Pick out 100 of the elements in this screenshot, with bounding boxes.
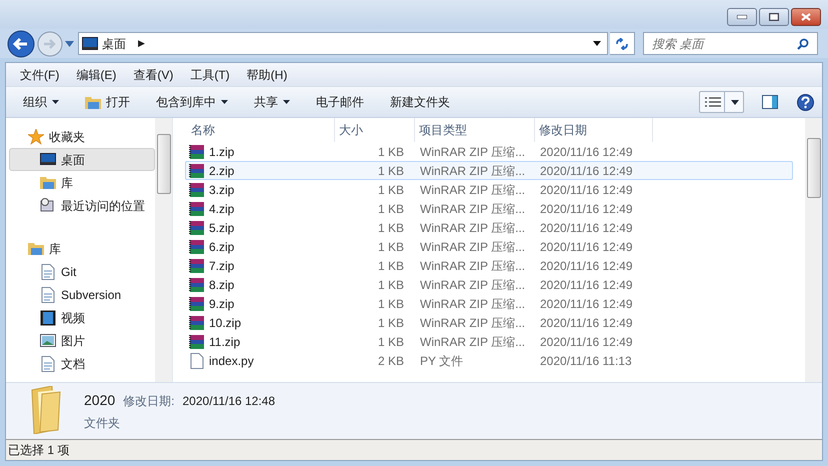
- star-icon: [28, 128, 44, 145]
- scrollbar[interactable]: [155, 118, 172, 382]
- file-row[interactable]: 4.zip 1 KB WinRAR ZIP 压缩... 2020/11/16 12:49: [185, 199, 793, 218]
- file-name: index.py: [209, 352, 254, 370]
- sidebar-group[interactable]: 收藏夹: [9, 125, 155, 148]
- help-button[interactable]: [794, 91, 816, 114]
- archive-icon: [189, 334, 205, 350]
- file-type: WinRAR ZIP 压缩...: [419, 296, 526, 313]
- file-type: WinRAR ZIP 压缩...: [419, 200, 526, 218]
- file-type: WinRAR ZIP 压缩...: [419, 182, 526, 199]
- file-row[interactable]: 9.zip 1 KB WinRAR ZIP 压缩... 2020/11/16 12:49: [185, 294, 793, 314]
- archive-icon: [189, 238, 205, 255]
- file-size: 1 KB: [376, 296, 405, 313]
- sidebar-item[interactable]: Subversion: [9, 283, 155, 306]
- menu-item[interactable]: 工具(T): [182, 66, 238, 84]
- sidebar-item[interactable]: 图片: [9, 329, 155, 352]
- search-input[interactable]: 搜索 桌面: [652, 34, 797, 53]
- file-date: 2020/11/16 12:49: [539, 182, 634, 199]
- toolbar-button[interactable]: 打开: [74, 90, 141, 114]
- column-header[interactable]: 名称: [187, 118, 335, 142]
- archive-icon: [189, 162, 205, 179]
- file-date: 2020/11/16 12:49: [539, 276, 634, 294]
- sidebar-item[interactable]: 库: [9, 171, 155, 194]
- file-size: 1 KB: [376, 314, 405, 332]
- sidebar-item[interactable]: 桌面: [9, 148, 155, 172]
- file-row[interactable]: 11.zip 1 KB WinRAR ZIP 压缩... 2020/11/16 12:49: [185, 332, 793, 352]
- dropdown-arrow-icon[interactable]: [593, 41, 601, 46]
- address-location[interactable]: 桌面: [102, 34, 126, 53]
- menu-item[interactable]: 帮助(H): [238, 66, 296, 84]
- scroll-thumb[interactable]: [806, 138, 820, 198]
- file-date: 2020/11/16 12:49: [539, 296, 634, 313]
- sidebar-item[interactable]: 最近访问的位置: [9, 194, 155, 218]
- folder-icon: [28, 240, 44, 257]
- file-name: 11.zip: [209, 334, 240, 351]
- document-icon: [40, 356, 56, 372]
- film-icon: [40, 310, 56, 326]
- sidebar-item[interactable]: Git: [9, 260, 155, 284]
- file-name: 8.zip: [209, 276, 234, 294]
- history-dropdown-icon[interactable]: [65, 40, 74, 47]
- scrollbar[interactable]: [805, 118, 822, 382]
- file-date: 2020/11/16 12:49: [539, 314, 634, 332]
- file-row[interactable]: 1.zip 1 KB WinRAR ZIP 压缩... 2020/11/16 12:49: [185, 142, 793, 162]
- file-type: WinRAR ZIP 压缩...: [419, 334, 526, 351]
- search-field[interactable]: 搜索 桌面: [643, 32, 818, 56]
- file-row[interactable]: 8.zip 1 KB WinRAR ZIP 压缩... 2020/11/16 12:49: [185, 275, 793, 294]
- file-date: 2020/11/16 12:49: [539, 258, 634, 275]
- desktop-icon: [82, 37, 98, 50]
- view-options-button[interactable]: [699, 91, 744, 114]
- archive-icon: [189, 200, 205, 217]
- toolbar-button[interactable]: 电子邮件: [305, 90, 375, 114]
- maximize-button[interactable]: [759, 8, 789, 26]
- address-bar[interactable]: 桌面 ▶: [78, 32, 608, 56]
- column-header[interactable]: 大小: [335, 118, 415, 142]
- menu-item[interactable]: 查看(V): [125, 66, 182, 84]
- toolbar-button[interactable]: 组织: [12, 90, 70, 114]
- file-row[interactable]: 10.zip 1 KB WinRAR ZIP 压缩... 2020/11/16 12:49: [185, 313, 793, 332]
- archive-icon: [189, 276, 205, 293]
- file-row[interactable]: 7.zip 1 KB WinRAR ZIP 压缩... 2020/11/16 12:49: [185, 256, 793, 276]
- minimize-button[interactable]: [727, 8, 757, 26]
- archive-icon: [189, 314, 205, 331]
- back-button[interactable]: [7, 30, 35, 58]
- file-size: 1 KB: [376, 144, 405, 161]
- caret-icon: [221, 100, 228, 104]
- file-row[interactable]: 5.zip 1 KB WinRAR ZIP 压缩... 2020/11/16 12:49: [185, 218, 793, 238]
- column-header[interactable]: 修改日期: [535, 118, 653, 142]
- archive-icon: [189, 296, 205, 312]
- file-row[interactable]: 2.zip 1 KB WinRAR ZIP 压缩... 2020/11/16 12:49: [185, 161, 793, 180]
- file-size: 1 KB: [376, 258, 405, 275]
- help-icon: [796, 94, 814, 111]
- file-date: 2020/11/16 12:49: [539, 144, 634, 161]
- menu-item[interactable]: 文件(F): [12, 66, 68, 84]
- file-row[interactable]: 3.zip 1 KB WinRAR ZIP 压缩... 2020/11/16 12:49: [185, 180, 793, 200]
- toolbar-button[interactable]: 包含到库中: [145, 90, 239, 114]
- file-name: 7.zip: [209, 258, 234, 275]
- folder-icon: [40, 174, 56, 191]
- scroll-thumb[interactable]: [156, 134, 170, 194]
- file-type: PY 文件: [419, 352, 464, 370]
- file-name: 5.zip: [209, 220, 234, 237]
- breadcrumb-arrow[interactable]: ▶: [138, 36, 145, 50]
- sidebar-group[interactable]: 库: [9, 237, 155, 260]
- menu-item[interactable]: 编辑(E): [68, 66, 124, 84]
- file-name: 2.zip: [209, 162, 234, 180]
- file-row[interactable]: 6.zip 1 KB WinRAR ZIP 压缩... 2020/11/16 12:49: [185, 237, 793, 256]
- file-size: 1 KB: [376, 200, 405, 218]
- close-icon: [801, 13, 811, 21]
- refresh-button[interactable]: [610, 32, 635, 56]
- file-size: 1 KB: [376, 334, 405, 351]
- close-button[interactable]: [791, 8, 821, 26]
- file-row[interactable]: index.py 2 KB PY 文件 2020/11/16 11:13: [185, 351, 793, 370]
- column-header[interactable]: 项目类型: [415, 118, 535, 142]
- toolbar-button[interactable]: 新建文件夹: [379, 90, 461, 114]
- toolbar-button[interactable]: 共享: [243, 90, 301, 114]
- sidebar-item[interactable]: 文档: [9, 352, 155, 376]
- file-type: WinRAR ZIP 压缩...: [419, 144, 526, 161]
- search-icon: [797, 38, 809, 50]
- modified-date: 2020/11/16 12:48: [182, 393, 276, 410]
- file-date: 2020/11/16 12:49: [539, 162, 634, 180]
- file-date: 2020/11/16 12:49: [539, 220, 634, 237]
- sidebar-item[interactable]: 视频: [9, 306, 155, 330]
- preview-pane-icon: [762, 95, 778, 110]
